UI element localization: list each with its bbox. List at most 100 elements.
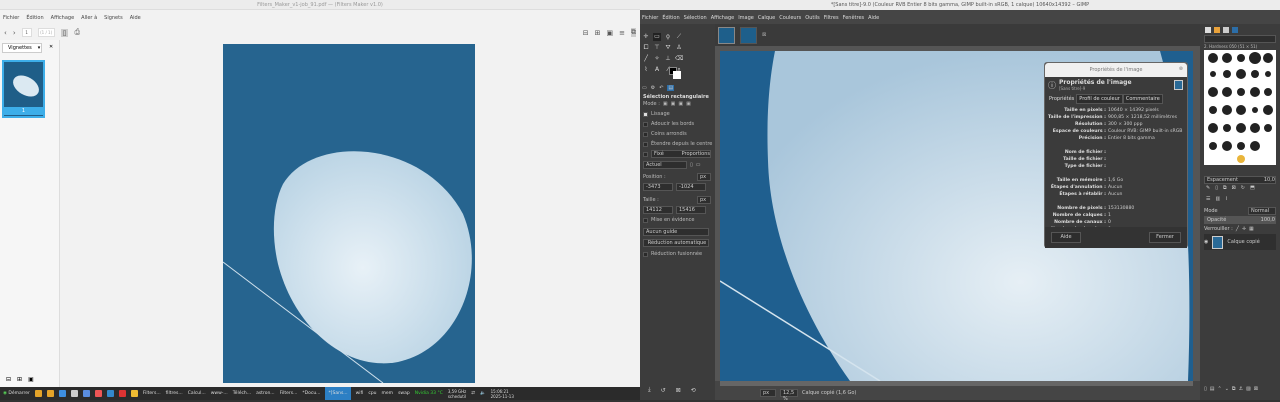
fixed-checkbox[interactable] xyxy=(643,151,648,157)
browser-icon[interactable] xyxy=(106,390,114,397)
transform-tool-icon[interactable]: ⊤ xyxy=(653,44,661,52)
eraser-tool-icon[interactable]: ⌫ xyxy=(675,55,683,63)
brush-filter-input[interactable] xyxy=(1204,35,1276,43)
volume-icon[interactable]: 🔈 xyxy=(480,391,486,396)
taskbar-item[interactable]: www-... xyxy=(211,391,228,396)
app-icon[interactable] xyxy=(130,390,138,397)
app-icon[interactable] xyxy=(58,390,66,397)
menu-outils[interactable]: Outils xyxy=(805,15,819,21)
menu-image[interactable]: Image xyxy=(738,15,754,21)
app-icon[interactable] xyxy=(82,390,90,397)
clock[interactable]: 15:06:21 2025-11-13 xyxy=(491,389,514,399)
device-tab[interactable]: ⚙ xyxy=(651,85,655,91)
next-page-icon[interactable]: › xyxy=(13,29,16,37)
taskbar-item[interactable]: astron... xyxy=(256,391,275,396)
close-icon[interactable]: ✕ xyxy=(49,44,53,50)
fuzzy-select-tool-icon[interactable]: ⟋ xyxy=(675,33,683,41)
path-tool-icon[interactable]: ⌇ xyxy=(642,66,650,74)
menu-affichage[interactable]: Affichage xyxy=(51,15,75,21)
new-brush-icon[interactable]: ▯ xyxy=(1215,185,1218,191)
layer-mode-dropdown[interactable]: Normal xyxy=(1248,207,1276,215)
menu-affichage[interactable]: Affichage xyxy=(711,15,735,21)
smudge-tool-icon[interactable]: ✧ xyxy=(653,55,661,63)
position-x-input[interactable]: -3473 xyxy=(643,183,673,191)
page-number-input[interactable]: 1 xyxy=(21,28,32,37)
sidebar-mode-dropdown[interactable]: Vignettes ▾ xyxy=(2,43,42,53)
visibility-eye-icon[interactable]: ◉ xyxy=(1204,239,1208,245)
search-icon[interactable] xyxy=(70,390,78,397)
delete-icon[interactable]: ⊠ xyxy=(676,387,681,394)
brush-tool-icon[interactable]: ╱ xyxy=(642,55,650,63)
size-height-input[interactable]: 15416 xyxy=(676,206,706,214)
menu-filtres[interactable]: Filtres xyxy=(824,15,839,21)
folder-icon[interactable] xyxy=(46,390,54,397)
menu-icon[interactable]: ≡ xyxy=(619,29,625,37)
anchor-icon[interactable]: ⚓ xyxy=(1238,386,1242,392)
document-icon[interactable]: ▯ xyxy=(690,162,693,168)
images-tab[interactable] xyxy=(1232,27,1238,33)
menu-edition[interactable]: Édition xyxy=(26,15,43,21)
duplicate-brush-icon[interactable]: ⧉ xyxy=(1223,185,1227,191)
taskbar-item[interactable]: Filters... xyxy=(280,391,298,396)
layer-row[interactable]: ◉ Calque copié xyxy=(1204,234,1276,250)
zoom-dropdown[interactable]: 12,5 % xyxy=(780,389,798,402)
image-tab[interactable] xyxy=(718,26,735,44)
menu-aide[interactable]: Aide xyxy=(130,15,141,21)
mode-intersect-icon[interactable]: ▣ xyxy=(686,101,691,107)
antialias-checkbox[interactable]: Lissage xyxy=(643,111,670,117)
feather-checkbox[interactable]: Adoucir les bords xyxy=(643,121,694,127)
lock-pixels-icon[interactable]: ╱ xyxy=(1236,226,1239,232)
tool-options-tab[interactable]: ▭ xyxy=(642,85,647,91)
landscape-icon[interactable]: ▭ xyxy=(696,162,701,168)
position-y-input[interactable]: -1024 xyxy=(676,183,706,191)
previous-page-icon[interactable]: ‹ xyxy=(4,29,7,37)
background-color[interactable] xyxy=(673,71,681,79)
zoom-in-icon[interactable]: ⊞ xyxy=(17,376,22,383)
shrink-merged-checkbox[interactable]: Réduction fusionnée xyxy=(643,251,702,257)
delete-brush-icon[interactable]: ⊠ xyxy=(1232,185,1236,191)
fit-icon[interactable]: ▣ xyxy=(28,376,34,383)
menu-fichier[interactable]: Fichier xyxy=(3,15,19,21)
edit-brush-icon[interactable]: ✎ xyxy=(1206,185,1210,191)
folder-icon[interactable] xyxy=(34,390,42,397)
opacity-slider[interactable]: Opacité 100,0 xyxy=(1204,216,1276,224)
taskbar-item[interactable]: *Docu... xyxy=(302,391,320,396)
taskbar-item[interactable]: filtres... xyxy=(166,391,183,396)
menu-fichier[interactable]: Fichier xyxy=(642,15,658,21)
print-icon[interactable]: ⎙ xyxy=(74,28,80,37)
rounded-corners-checkbox[interactable]: Coins arrondis xyxy=(643,131,687,137)
brush-grid[interactable] xyxy=(1204,50,1276,165)
lasso-tool-icon[interactable]: ϙ xyxy=(664,33,672,41)
size-unit[interactable]: px xyxy=(697,196,711,204)
new-group-icon[interactable]: ▤ xyxy=(1210,386,1215,392)
delete-layer-icon[interactable]: ⊠ xyxy=(1254,386,1258,392)
rect-select-tool-icon[interactable]: ▭ xyxy=(653,33,661,41)
brushes-tab[interactable] xyxy=(1205,27,1211,33)
page-thumbnail[interactable]: 1 xyxy=(2,60,45,118)
move-tool-icon[interactable]: ✛ xyxy=(642,33,650,41)
help-button[interactable]: Aide xyxy=(1051,232,1081,243)
copy-icon[interactable]: ⧉ xyxy=(631,28,636,37)
menu-signets[interactable]: Signets xyxy=(104,15,123,21)
save-options-icon[interactable]: ⤓ xyxy=(648,386,651,394)
position-unit[interactable]: px xyxy=(697,173,711,181)
fixed-dropdown[interactable]: Fixé Proportions xyxy=(651,150,711,158)
duplicate-icon[interactable]: ⧉ xyxy=(1232,386,1236,392)
taskbar-item[interactable]: Téléch... xyxy=(233,391,251,396)
menu-couleurs[interactable]: Couleurs xyxy=(779,15,801,21)
tab-comment[interactable]: Commentaire xyxy=(1122,94,1163,104)
taskbar-item[interactable]: Filters... xyxy=(143,391,161,396)
restore-icon[interactable]: ↺ xyxy=(661,387,666,394)
raise-icon[interactable]: ⌃ xyxy=(1218,386,1222,392)
zoom-in-icon[interactable]: ⊞ xyxy=(595,29,601,37)
tab-properties[interactable]: Propriétés xyxy=(1047,95,1077,103)
open-icon[interactable]: ⬒ xyxy=(1250,185,1255,191)
highlight-checkbox[interactable]: Mise en évidence xyxy=(643,217,694,223)
text-tool-icon[interactable]: A xyxy=(653,66,661,74)
patterns-tab[interactable] xyxy=(1214,27,1220,33)
unit-dropdown[interactable]: px xyxy=(760,389,776,397)
taskbar-item[interactable]: Calcul... xyxy=(188,391,206,396)
spacing-slider[interactable]: Espacement 10,0 xyxy=(1204,176,1276,184)
app-icon[interactable] xyxy=(94,390,102,397)
lock-position-icon[interactable]: ✛ xyxy=(1242,226,1246,232)
